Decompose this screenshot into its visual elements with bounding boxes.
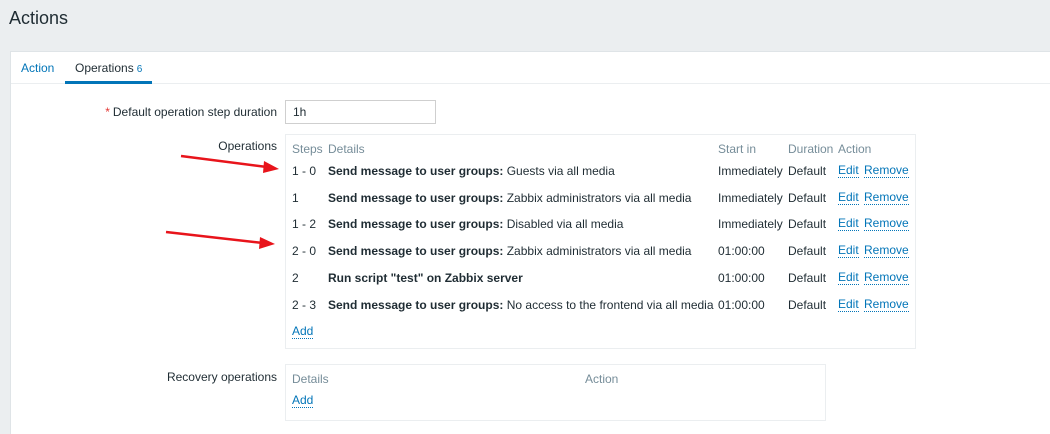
row-1-remove-link[interactable]: Remove [864,191,909,205]
row-4-remove-link[interactable]: Remove [864,271,909,285]
row-3-edit-link[interactable]: Edit [838,244,859,258]
header-start-in: Start in [718,142,757,156]
row-3-steps: 2 - 0 [292,244,317,258]
required-marker: * [105,105,110,119]
row-1-duration: Default [788,191,827,205]
header-details: Details [328,142,365,156]
tab-action-label: Action [21,61,55,75]
tab-operations[interactable]: Operations 6 [65,52,153,84]
operations-label: Operations [218,139,277,153]
row-0-steps: 1 - 0 [292,164,317,178]
step-duration-label: * Default operation step duration [91,105,277,119]
row-3-remove-link[interactable]: Remove [864,244,909,258]
row-5-duration: Default [788,298,827,312]
tab-operations-count: 6 [136,64,143,75]
row-2-duration: Default [788,217,827,231]
recovery-header-action: Action [585,372,619,386]
tab-bar: Action Operations 6 [11,52,1050,84]
tab-action[interactable]: Action [11,52,64,84]
row-0-start-in: Immediately [718,164,783,178]
row-4-details: Run script "test" on Zabbix server [328,271,523,285]
header-duration: Duration [788,142,834,156]
annotation-arrow-icon [165,230,275,249]
row-2-start-in: Immediately [718,217,783,231]
page-title: Actions [9,8,69,28]
row-5-steps: 2 - 3 [292,298,317,312]
row-5-edit-link[interactable]: Edit [838,298,859,312]
row-1-details: Send message to user groups: Zabbix admi… [328,191,692,205]
header-action: Action [838,142,872,156]
step-duration-label-text: Default operation step duration [112,105,277,119]
row-4-start-in: 01:00:00 [718,271,765,285]
row-2-steps: 1 - 2 [292,217,317,231]
row-0-details: Send message to user groups: Guests via … [328,164,615,178]
row-5-remove-link[interactable]: Remove [864,298,909,312]
recovery-add-link[interactable]: Add [292,394,314,408]
row-4-steps: 2 [292,271,299,285]
tab-operations-label: Operations [75,61,134,75]
recovery-operations-label: Recovery operations [166,370,277,384]
annotation-arrow-icon [180,154,279,173]
row-1-start-in: Immediately [718,191,783,205]
step-duration-input[interactable] [285,100,436,124]
row-0-edit-link[interactable]: Edit [838,164,859,178]
row-0-remove-link[interactable]: Remove [864,164,909,178]
row-4-duration: Default [788,271,827,285]
row-0-duration: Default [788,164,827,178]
operations-add-link[interactable]: Add [292,325,314,339]
row-2-edit-link[interactable]: Edit [838,217,859,231]
recovery-operations-table: Details Action Add [285,364,826,421]
row-3-start-in: 01:00:00 [718,244,765,258]
operations-table: Steps Details Start in Duration Action 1… [285,134,916,349]
header-steps: Steps [292,142,323,156]
row-4-edit-link[interactable]: Edit [838,271,859,285]
row-3-duration: Default [788,244,827,258]
recovery-header-details: Details [292,372,329,386]
row-2-details: Send message to user groups: Disabled vi… [328,217,624,231]
row-5-details: Send message to user groups: No access t… [328,298,714,312]
row-5-start-in: 01:00:00 [718,298,765,312]
row-1-steps: 1 [292,191,299,205]
row-3-details: Send message to user groups: Zabbix admi… [328,244,692,258]
row-2-remove-link[interactable]: Remove [864,217,909,231]
row-1-edit-link[interactable]: Edit [838,191,859,205]
